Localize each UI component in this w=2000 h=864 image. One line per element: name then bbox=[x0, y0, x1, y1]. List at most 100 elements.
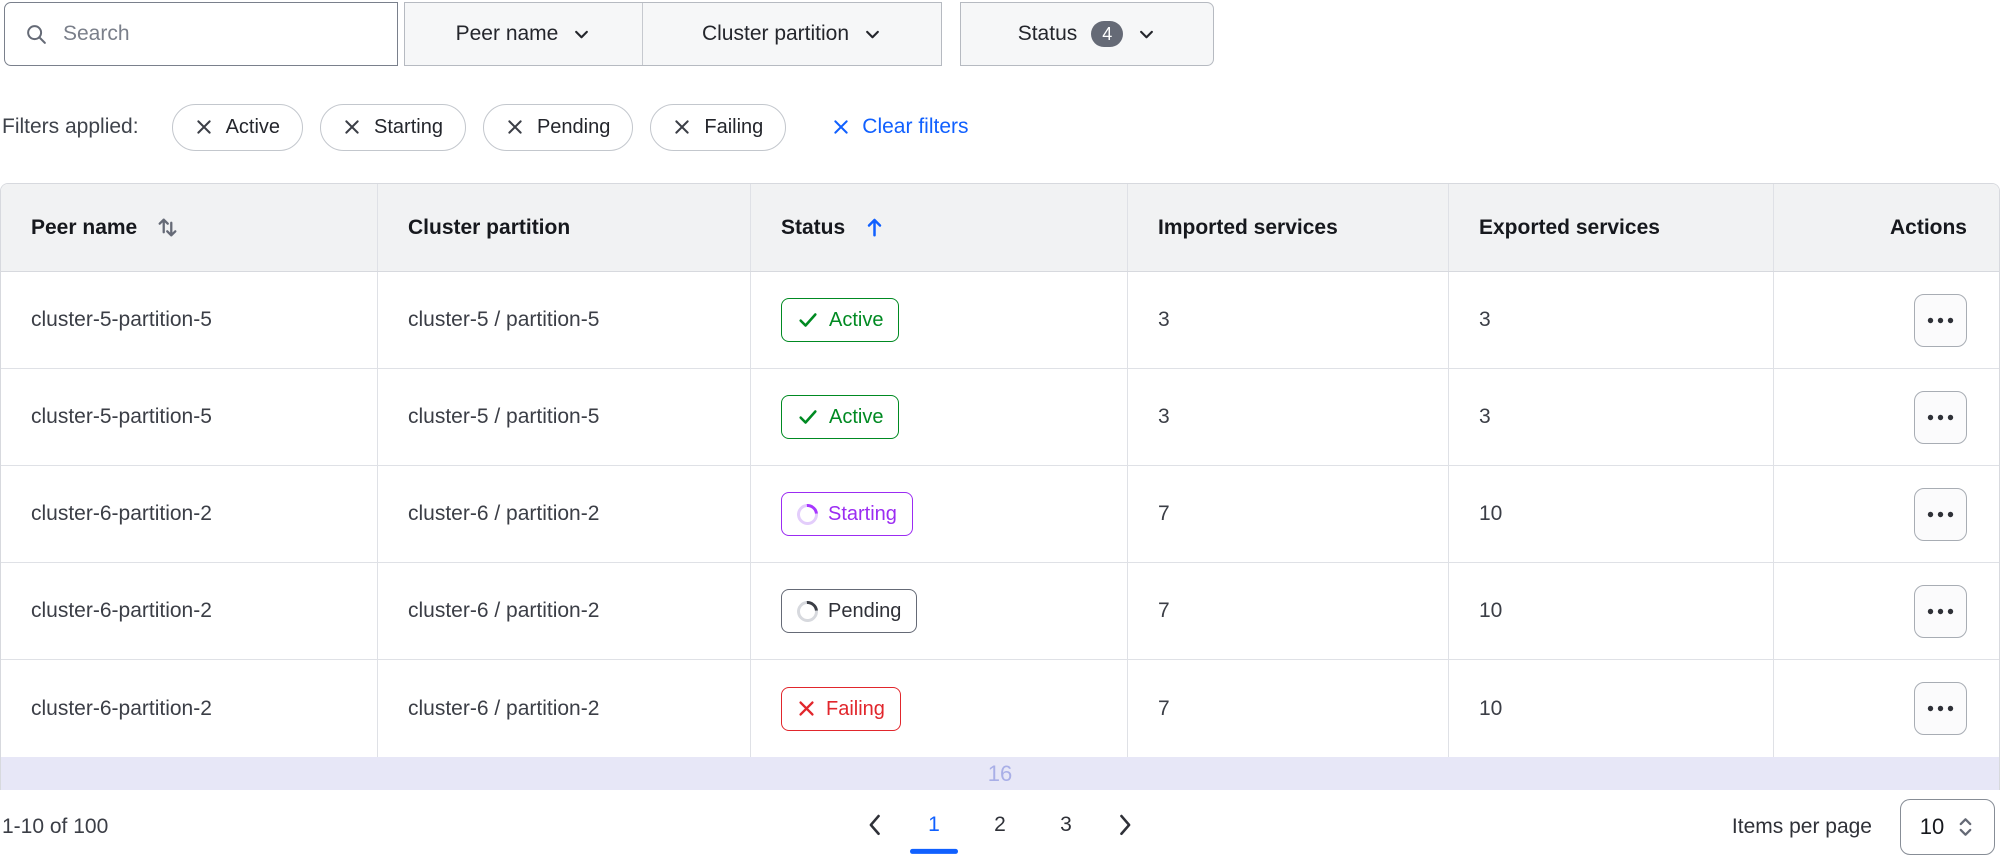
remove-filter-x-icon bbox=[195, 118, 213, 136]
column-header-peer-name[interactable]: Peer name bbox=[1, 184, 378, 271]
status-cell: Pending bbox=[751, 563, 1128, 659]
filter-dropdown-group: Peer name Cluster partition bbox=[404, 2, 942, 66]
actions-cell bbox=[1774, 369, 1999, 465]
cluster-partition-text: cluster-6 / partition-2 bbox=[408, 502, 600, 525]
status-cell: Active bbox=[751, 272, 1128, 368]
cluster-partition-cell: cluster-6 / partition-2 bbox=[378, 660, 751, 757]
row-actions-button[interactable] bbox=[1914, 682, 1967, 735]
imported-services-value: 3 bbox=[1158, 308, 1170, 331]
peer-name-cell: cluster-5-partition-5 bbox=[1, 272, 378, 368]
status-label: Active bbox=[829, 406, 884, 428]
column-header-status[interactable]: Status bbox=[751, 184, 1128, 271]
status-cell: Starting bbox=[751, 466, 1128, 562]
imported-services-cell: 7 bbox=[1128, 563, 1449, 659]
items-per-page: Items per page 10 bbox=[1732, 799, 1995, 855]
cluster-partition-text: cluster-6 / partition-2 bbox=[408, 599, 600, 622]
partial-next-row: 16 bbox=[1, 757, 1999, 790]
row-actions-button[interactable] bbox=[1914, 584, 1967, 638]
exported-services-value: 10 bbox=[1479, 599, 1503, 622]
column-label: Actions bbox=[1889, 215, 1967, 239]
status-cell: Failing bbox=[751, 660, 1128, 757]
clear-filters-x-icon bbox=[832, 118, 850, 136]
chevron-down-icon bbox=[1137, 25, 1156, 44]
filter-pill-starting[interactable]: Starting bbox=[320, 103, 466, 151]
filter-pill-label: Pending bbox=[536, 115, 611, 138]
actions-cell bbox=[1774, 272, 1999, 368]
search-icon bbox=[25, 23, 48, 46]
row-actions-button[interactable] bbox=[1914, 293, 1967, 347]
status-label: Failing bbox=[826, 697, 885, 720]
status-dropdown[interactable]: Status 4 bbox=[960, 2, 1214, 66]
previous-page-button[interactable] bbox=[861, 812, 889, 838]
status-label: Pending bbox=[828, 600, 902, 622]
imported-services-cell: 7 bbox=[1128, 466, 1449, 562]
actions-cell bbox=[1774, 660, 1999, 757]
cluster-partition-text: cluster-5 / partition-5 bbox=[408, 308, 600, 331]
status-badge-active: Active bbox=[781, 395, 900, 439]
page-button-1[interactable]: 1 bbox=[910, 813, 958, 854]
filter-pill-label: Active bbox=[225, 115, 281, 138]
status-label: Active bbox=[829, 309, 884, 331]
table-row[interactable]: cluster-6-partition-2 cluster-6 / partit… bbox=[1, 660, 1999, 757]
table-header-row: Peer name Cluster partition Status Impor… bbox=[1, 184, 1999, 272]
column-header-cluster-partition[interactable]: Cluster partition bbox=[378, 184, 751, 271]
column-label: Cluster partition bbox=[408, 215, 571, 239]
sort-ascending-icon bbox=[862, 215, 887, 240]
row-actions-button[interactable] bbox=[1914, 487, 1967, 541]
items-per-page-label: Items per page bbox=[1731, 815, 1872, 838]
table-row[interactable]: cluster-5-partition-5 cluster-5 / partit… bbox=[1, 272, 1999, 369]
check-icon bbox=[797, 406, 819, 428]
peer-name-text: cluster-6-partition-2 bbox=[31, 599, 212, 622]
items-per-page-select[interactable]: 10 bbox=[1900, 799, 1995, 855]
page-button-3[interactable]: 3 bbox=[1045, 813, 1087, 837]
partial-row-text: 16 bbox=[987, 760, 1013, 786]
spinner-icon bbox=[792, 596, 823, 626]
peer-name-text: cluster-6-partition-2 bbox=[31, 502, 212, 525]
ellipsis-icon bbox=[1927, 608, 1954, 615]
next-page-button[interactable] bbox=[1111, 812, 1139, 838]
actions-cell bbox=[1774, 466, 1999, 562]
peer-name-cell: cluster-5-partition-5 bbox=[1, 369, 378, 465]
cluster-partition-dropdown-label: Cluster partition bbox=[701, 22, 850, 45]
status-filter-count-badge: 4 bbox=[1091, 21, 1124, 47]
search-box[interactable] bbox=[4, 2, 398, 66]
page-number: 2 bbox=[994, 812, 1006, 836]
peer-name-dropdown[interactable]: Peer name bbox=[405, 3, 642, 65]
exported-services-value: 3 bbox=[1479, 405, 1491, 428]
peers-table: Peer name Cluster partition Status Impor… bbox=[0, 183, 2000, 790]
column-header-actions: Actions bbox=[1774, 184, 1999, 271]
search-input[interactable] bbox=[63, 22, 363, 46]
imported-services-cell: 3 bbox=[1128, 369, 1449, 465]
filter-pill-failing[interactable]: Failing bbox=[650, 103, 787, 151]
column-label: Exported services bbox=[1479, 215, 1660, 239]
spinner-icon bbox=[792, 499, 823, 529]
row-actions-button[interactable] bbox=[1914, 390, 1967, 444]
status-dropdown-label: Status bbox=[1017, 22, 1078, 45]
exported-services-value: 10 bbox=[1479, 502, 1503, 525]
clear-filters-button[interactable]: Clear filters bbox=[832, 115, 969, 139]
sort-both-icon bbox=[154, 214, 181, 241]
page-buttons: 1 2 3 bbox=[910, 813, 1087, 854]
table-row[interactable]: cluster-6-partition-2 cluster-6 / partit… bbox=[1, 563, 1999, 660]
filter-toolbar: Peer name Cluster partition Status 4 bbox=[4, 2, 2000, 66]
page-button-2[interactable]: 2 bbox=[979, 813, 1021, 837]
remove-filter-x-icon bbox=[673, 118, 691, 136]
filter-pill-label: Failing bbox=[704, 115, 764, 138]
column-header-imported-services: Imported services bbox=[1128, 184, 1449, 271]
cluster-partition-text: cluster-6 / partition-2 bbox=[408, 696, 600, 720]
stepper-icon bbox=[1956, 815, 1975, 839]
table-row[interactable]: cluster-6-partition-2 cluster-6 / partit… bbox=[1, 466, 1999, 563]
actions-cell bbox=[1774, 563, 1999, 659]
status-badge-pending: Pending bbox=[781, 589, 918, 633]
imported-services-cell: 3 bbox=[1128, 272, 1449, 368]
exported-services-cell: 3 bbox=[1449, 272, 1774, 368]
cluster-partition-dropdown[interactable]: Cluster partition bbox=[642, 3, 941, 65]
filter-pill-pending[interactable]: Pending bbox=[482, 103, 634, 151]
table-row[interactable]: cluster-5-partition-5 cluster-5 / partit… bbox=[1, 369, 1999, 466]
imported-services-value: 7 bbox=[1158, 696, 1170, 720]
filter-pill-label: Starting bbox=[374, 115, 443, 138]
filter-pill-active[interactable]: Active bbox=[171, 103, 304, 151]
clear-filters-label: Clear filters bbox=[862, 115, 969, 138]
status-badge-active: Active bbox=[781, 298, 900, 342]
peer-name-text: cluster-6-partition-2 bbox=[31, 696, 212, 720]
